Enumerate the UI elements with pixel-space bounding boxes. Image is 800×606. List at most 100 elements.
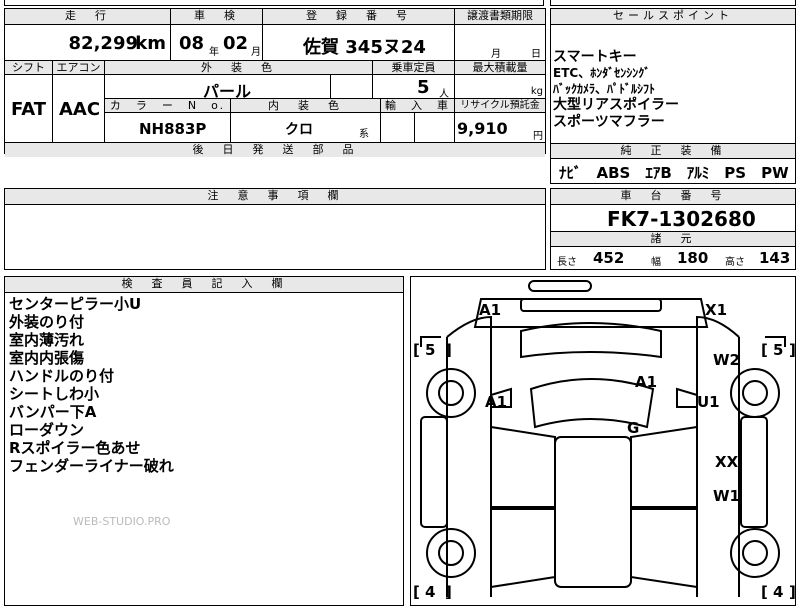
mileage-header: 走 行 bbox=[5, 9, 171, 25]
notes-panel: 注 意 事 項 欄 bbox=[4, 188, 546, 270]
ac-value: AAC bbox=[59, 99, 101, 120]
car-diagram: [ ] [ ] [ ] [ ] 5 5 4 4 A1 X1 A1 A1 W2 U… bbox=[413, 280, 795, 601]
sales-points-header: セールスポイント bbox=[551, 9, 795, 25]
import-header: 輸 入 車 bbox=[381, 99, 455, 113]
inspector-line: シートしわ小 bbox=[9, 385, 100, 403]
inspector-line: ハンドルのり付 bbox=[9, 367, 115, 385]
left-door-rear bbox=[490, 508, 556, 588]
transfer-deadline-cell: 月 日 bbox=[455, 25, 545, 61]
tire-bracket-rr-close: ] bbox=[789, 583, 795, 601]
dimensions-header: 諸 元 bbox=[551, 231, 795, 247]
inspection-month: 02 bbox=[223, 33, 249, 54]
transfer-day-unit: 日 bbox=[531, 49, 541, 60]
shift-value: FAT bbox=[11, 99, 47, 120]
tire-depth-front-right: 5 bbox=[773, 341, 783, 359]
exterior-color-header: 外 装 色 bbox=[105, 61, 373, 75]
chassis-number: FK7-1302680 bbox=[607, 207, 756, 231]
interior-color-suffix: 系 bbox=[359, 129, 369, 140]
exterior-color-extra-cell bbox=[331, 75, 373, 99]
shift-header: シフト bbox=[5, 61, 53, 75]
interior-color-cell: クロ 系 bbox=[231, 113, 381, 143]
tire-bracket-rl-close: ] bbox=[445, 583, 452, 601]
capacity-header: 乗車定員 bbox=[373, 61, 455, 75]
left-fender bbox=[420, 416, 448, 528]
interior-color-value: クロ bbox=[285, 122, 313, 138]
tire-front-left-inner bbox=[438, 380, 464, 406]
inspector-line: Rスポイラー色あせ bbox=[9, 439, 141, 457]
mileage-cell: 82,299 km bbox=[5, 25, 171, 61]
right-door-front bbox=[630, 426, 698, 508]
interior-color-header: 内 装 色 bbox=[231, 99, 381, 113]
recycle-value: 9,910 bbox=[457, 119, 508, 138]
length-value: 452 bbox=[593, 249, 625, 267]
chassis-panel: 車 台 番 号 FK7-1302680 諸 元 長さ 452 幅 180 高さ … bbox=[550, 188, 796, 270]
tire-bracket-fr-close: ] bbox=[789, 341, 795, 359]
tire-depth-rear-right: 4 bbox=[773, 583, 783, 601]
width-label: 幅 bbox=[651, 257, 661, 268]
sales-point-item: スポーツマフラー bbox=[553, 114, 665, 130]
vehicle-info-table: 走 行 車 検 登 録 番 号 譲渡書類期限 82,299 km 08 年 02… bbox=[4, 8, 546, 157]
mark-right-rear-door: XX bbox=[715, 453, 739, 471]
registration-value: 佐賀 345ヌ24 bbox=[303, 37, 426, 58]
tire-rear-right-inner bbox=[742, 540, 768, 566]
roof-outline bbox=[554, 436, 632, 588]
genuine-equipment-value: ﾅﾋﾞ ABS ｴｱB ｱﾙﾐ PS PW bbox=[559, 164, 789, 182]
car-diagram-panel: [ ] [ ] [ ] [ ] 5 5 4 4 A1 X1 A1 A1 W2 U… bbox=[410, 276, 796, 606]
recycle-header: リサイクル預託金 bbox=[455, 99, 545, 113]
height-label: 高さ bbox=[725, 257, 745, 268]
top-cropped-strip-right bbox=[550, 0, 796, 6]
front-bumper-bar bbox=[520, 298, 662, 312]
ac-header: エアコン bbox=[53, 61, 105, 75]
sales-point-item: ETC、ﾎﾝﾀﾞｾﾝｼﾝｸﾞ bbox=[553, 66, 651, 80]
inspector-line: 外装のり付 bbox=[9, 313, 85, 331]
mark-front-left: A1 bbox=[479, 301, 501, 319]
tire-front-left bbox=[426, 368, 476, 418]
left-door-front bbox=[490, 426, 556, 508]
import-cell-a bbox=[381, 113, 415, 143]
tire-front-right-inner bbox=[742, 380, 768, 406]
watermark: WEB-STUDIO.PRO bbox=[73, 515, 171, 528]
exterior-color-cell: パール bbox=[105, 75, 331, 101]
inspector-panel: 検 査 員 記 入 欄 センターピラー小U 外装のり付 室内薄汚れ 室内内張傷 … bbox=[4, 276, 404, 606]
tire-rear-left-inner bbox=[438, 540, 464, 566]
inspector-header: 検 査 員 記 入 欄 bbox=[5, 277, 403, 293]
tire-bracket-fl: [ bbox=[413, 341, 420, 359]
inspector-line: センターピラー小U bbox=[9, 295, 142, 313]
max-load-unit: kg bbox=[530, 86, 543, 97]
tire-depth-front-left: 5 bbox=[425, 341, 435, 359]
import-cell-b bbox=[415, 113, 455, 143]
inspector-line: 室内内張傷 bbox=[9, 349, 85, 367]
height-value: 143 bbox=[759, 249, 791, 267]
sales-point-item: スマートキー bbox=[553, 49, 637, 65]
mark-front-right: X1 bbox=[705, 301, 727, 319]
inspection-year: 08 bbox=[179, 33, 205, 54]
sales-point-item: ﾊﾞｯｸｶﾒﾗ、ﾊﾟﾄﾞﾙｼﾌﾄ bbox=[553, 82, 656, 96]
recycle-cell: 9,910 円 bbox=[455, 113, 545, 143]
inspector-lines: センターピラー小U 外装のり付 室内薄汚れ 室内内張傷 ハンドルのり付 シートし… bbox=[9, 295, 389, 475]
registration-header: 登 録 番 号 bbox=[263, 9, 455, 25]
width-value: 180 bbox=[677, 249, 709, 267]
left-side bbox=[446, 315, 492, 597]
mileage-value: 82,299 bbox=[68, 33, 138, 54]
tire-bracket-fl-close: ] bbox=[445, 341, 452, 359]
right-mirror bbox=[676, 387, 698, 408]
notes-header: 注 意 事 項 欄 bbox=[5, 189, 545, 205]
tire-bracket-rl: [ bbox=[413, 583, 420, 601]
color-no-header: カ ラ ー N o. bbox=[105, 99, 231, 113]
genuine-equipment-header: 純 正 装 備 bbox=[551, 143, 795, 159]
shift-cell: FAT bbox=[5, 75, 53, 143]
mark-right-rear-quarter: W1 bbox=[713, 487, 740, 505]
inspection-cell: 08 年 02 月 bbox=[171, 25, 263, 61]
recycle-unit: 円 bbox=[533, 131, 543, 142]
transfer-month-unit: 月 bbox=[491, 49, 501, 60]
capacity-unit: 人 bbox=[439, 89, 449, 100]
front-grille bbox=[528, 280, 592, 292]
sales-points-panel: セールスポイント スマートキー ETC、ﾎﾝﾀﾞｾﾝｼﾝｸﾞ ﾊﾞｯｸｶﾒﾗ、ﾊ… bbox=[550, 8, 796, 184]
later-parts-header: 後 日 発 送 部 品 bbox=[5, 143, 545, 157]
capacity-value: 5 bbox=[417, 77, 430, 98]
registration-cell: 佐賀 345ヌ24 bbox=[263, 25, 455, 61]
inspection-month-unit: 月 bbox=[251, 47, 261, 58]
mark-left-front-door: A1 bbox=[485, 393, 507, 411]
capacity-cell: 5 人 bbox=[373, 75, 455, 100]
right-door-rear bbox=[630, 508, 698, 588]
